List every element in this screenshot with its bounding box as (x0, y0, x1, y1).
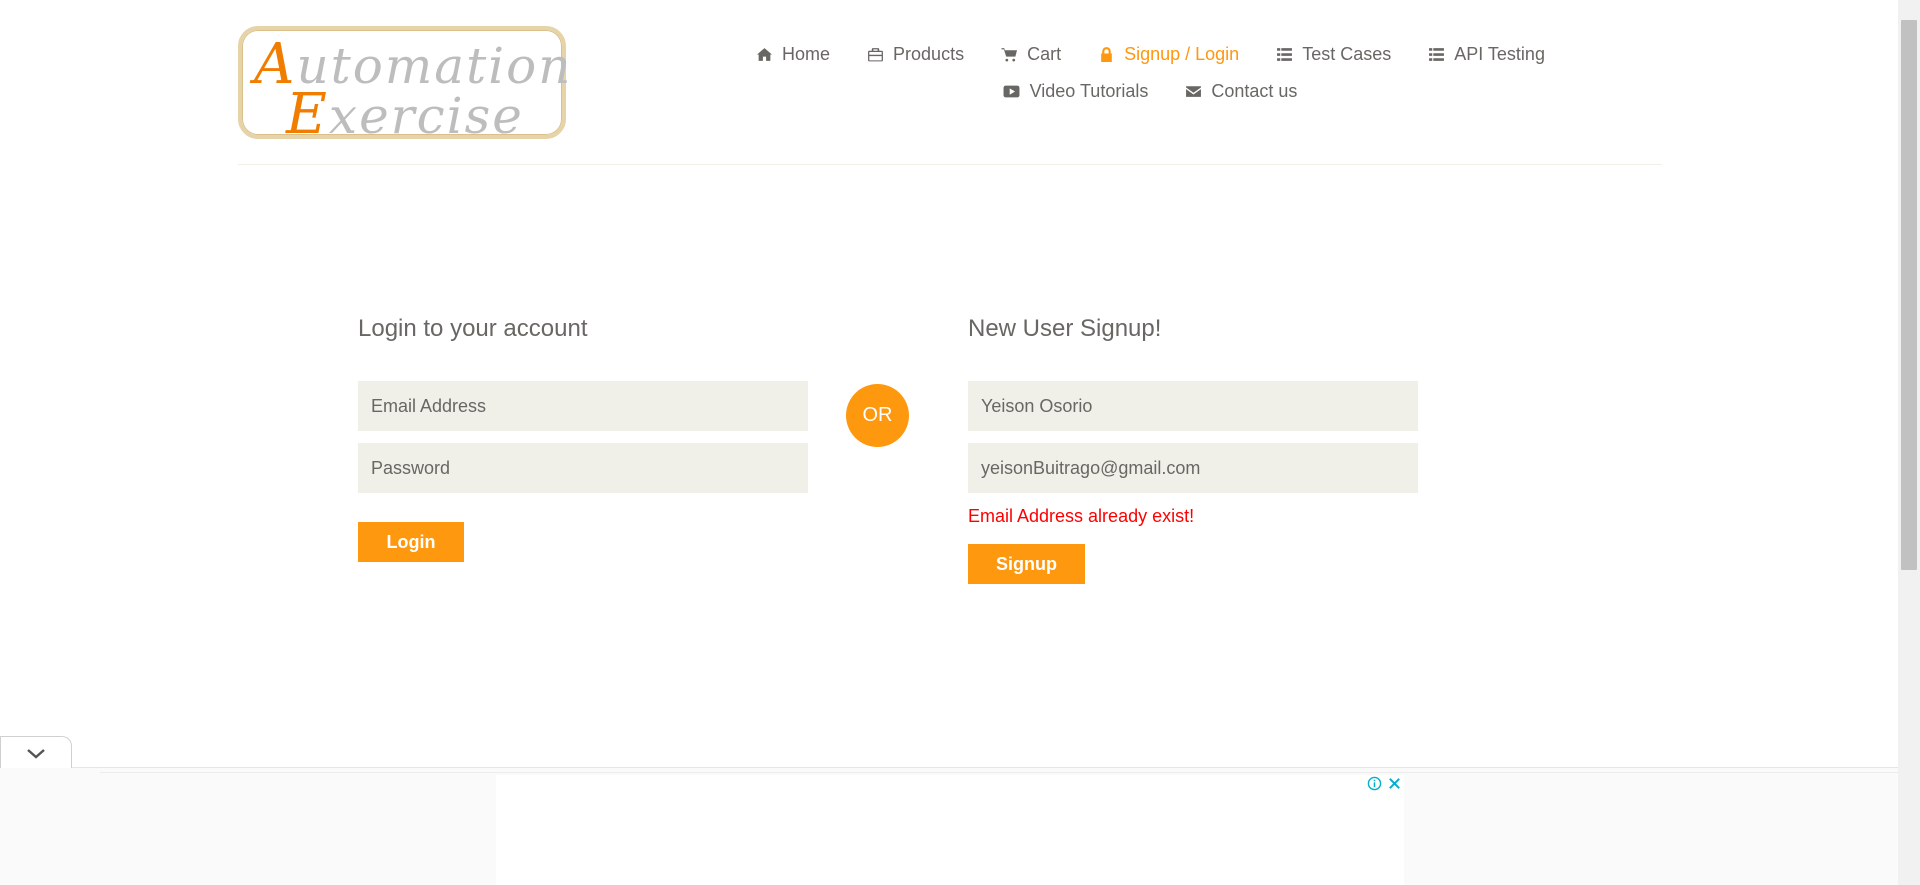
nav-cart[interactable]: Cart (1000, 44, 1061, 65)
logo-line-2: Exercise (286, 82, 524, 147)
site-logo[interactable]: Automation Exercise (238, 26, 570, 147)
ad-collapse-toggle[interactable] (0, 736, 72, 768)
ad-info-icon[interactable] (1366, 775, 1382, 791)
page: Automation Exercise Home Products Cart S… (0, 0, 1920, 885)
ad-close-icon[interactable] (1386, 775, 1402, 791)
signup-button[interactable]: Signup (968, 544, 1085, 584)
briefcase-icon (866, 46, 884, 64)
nav-signup-login-label: Signup / Login (1124, 44, 1240, 64)
home-icon (755, 46, 773, 64)
nav-products-label: Products (893, 44, 965, 64)
nav-products[interactable]: Products (866, 44, 964, 65)
nav-row-1: Home Products Cart Signup / Login Test C… (700, 36, 1600, 73)
signup-form-title: New User Signup! (968, 315, 1162, 342)
or-divider: OR (846, 384, 909, 447)
nav-test-cases[interactable]: Test Cases (1275, 44, 1391, 65)
nav-api-testing[interactable]: API Testing (1427, 44, 1545, 65)
nav-signup-login[interactable]: Signup / Login (1097, 44, 1239, 65)
main-nav: Home Products Cart Signup / Login Test C… (700, 36, 1600, 110)
nav-home[interactable]: Home (755, 44, 830, 65)
ad-bar-divider (100, 772, 1898, 773)
lock-icon (1097, 46, 1115, 64)
envelope-icon (1184, 83, 1202, 101)
list-icon (1427, 46, 1445, 64)
nav-home-label: Home (782, 44, 831, 64)
nav-api-testing-label: API Testing (1454, 44, 1545, 64)
nav-cart-label: Cart (1027, 44, 1062, 64)
nav-row-2: Video Tutorials Contact us (700, 73, 1600, 110)
signup-email-input[interactable] (968, 443, 1418, 493)
login-form-title: Login to your account (358, 315, 588, 342)
chevron-down-icon (27, 748, 45, 759)
login-password-input[interactable] (358, 443, 808, 493)
login-button[interactable]: Login (358, 522, 464, 562)
ad-frame[interactable] (496, 775, 1404, 885)
nav-contact-us[interactable]: Contact us (1184, 81, 1297, 102)
header-divider (238, 164, 1662, 165)
signup-error-message: Email Address already exist! (968, 506, 1195, 526)
login-email-input[interactable] (358, 381, 808, 431)
youtube-play-icon (1003, 83, 1021, 101)
nav-video-tutorials[interactable]: Video Tutorials (1003, 81, 1149, 102)
cart-icon (1000, 46, 1018, 64)
nav-contact-us-label: Contact us (1211, 81, 1298, 101)
nav-video-tutorials-label: Video Tutorials (1029, 81, 1149, 101)
page-scrollbar-thumb[interactable] (1901, 20, 1917, 570)
list-icon (1275, 46, 1293, 64)
signup-name-input[interactable] (968, 381, 1418, 431)
nav-test-cases-label: Test Cases (1302, 44, 1392, 64)
